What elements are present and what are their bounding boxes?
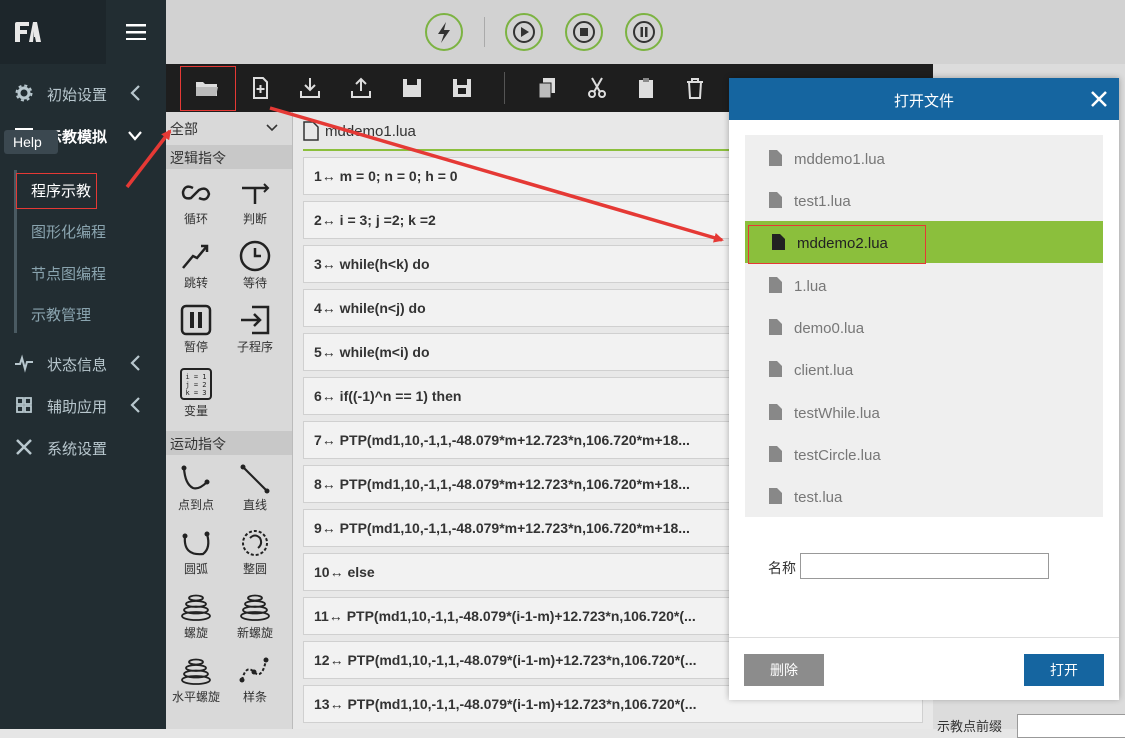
annotation-arrow-1 <box>125 129 172 189</box>
annotation-arrows <box>125 106 724 243</box>
annotation-arrow-2 <box>269 106 724 243</box>
